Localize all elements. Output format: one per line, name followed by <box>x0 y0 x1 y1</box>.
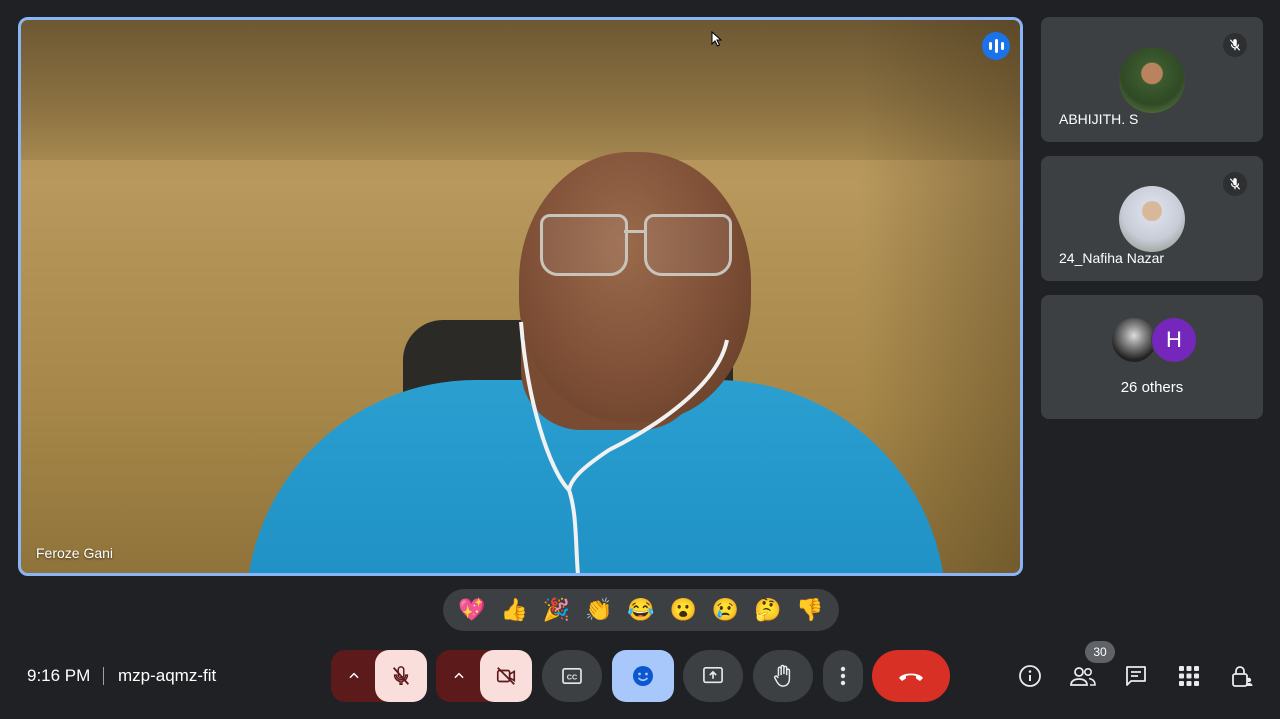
reaction-thinking[interactable]: 🤔 <box>750 589 786 631</box>
people-icon <box>1070 667 1096 686</box>
muted-mic-icon <box>1223 172 1247 196</box>
closed-captions-icon: CC <box>562 667 582 685</box>
lock-person-icon <box>1232 666 1253 687</box>
microphone-toggle-button[interactable] <box>375 650 427 702</box>
muted-mic-icon <box>1223 33 1247 57</box>
participant-tile[interactable]: 24_Nafiha Nazar <box>1041 156 1263 281</box>
mic-off-icon <box>392 666 410 685</box>
info-icon <box>1019 665 1041 687</box>
chat-button[interactable] <box>1120 660 1152 692</box>
speaking-indicator-icon <box>982 32 1010 60</box>
meeting-code: mzp-aqmz-fit <box>118 666 217 685</box>
chat-icon <box>1126 666 1146 686</box>
present-screen-icon <box>703 667 723 684</box>
present-screen-button[interactable] <box>683 650 743 702</box>
participant-tile[interactable]: ABHIJITH. S <box>1041 17 1263 142</box>
more-vert-icon <box>840 666 846 686</box>
people-button[interactable] <box>1067 660 1099 692</box>
svg-text:CC: CC <box>567 673 577 682</box>
meeting-details-button[interactable] <box>1014 660 1046 692</box>
others-avatar-initial: H <box>1151 317 1197 363</box>
smiley-icon <box>633 666 653 686</box>
main-speaker-tile[interactable]: Feroze Gani <box>18 17 1023 576</box>
host-controls-button[interactable] <box>1226 660 1258 692</box>
hand-icon <box>774 664 791 687</box>
reactions-bar: 💖 👍 🎉 👏 😂 😮 😢 🤔 👎 <box>443 589 839 631</box>
hang-up-icon <box>899 673 923 681</box>
participant-avatar <box>1119 47 1185 113</box>
reaction-surprised[interactable]: 😮 <box>665 589 701 631</box>
reaction-crying[interactable]: 😢 <box>707 589 743 631</box>
mouse-cursor-icon <box>711 31 723 47</box>
camera-off-icon <box>496 667 516 685</box>
reaction-tears-of-joy[interactable]: 😂 <box>623 589 659 631</box>
reaction-clapping-hands[interactable]: 👏 <box>581 589 617 631</box>
people-count-badge: 30 <box>1085 641 1115 663</box>
meeting-time: 9:16 PM <box>27 666 91 685</box>
reaction-thumbs-down[interactable]: 👎 <box>792 589 828 631</box>
reaction-sparkling-heart[interactable]: 💖 <box>454 589 490 631</box>
activities-button[interactable] <box>1173 660 1205 692</box>
leave-call-button[interactable] <box>872 650 950 702</box>
camera-toggle-button[interactable] <box>480 650 532 702</box>
chevron-up-icon <box>349 672 359 679</box>
speaker-name-label: Feroze Gani <box>36 545 114 561</box>
speaker-glasses <box>536 208 736 288</box>
others-avatar-group: H <box>1111 317 1211 363</box>
participant-name: ABHIJITH. S <box>1059 111 1139 127</box>
reactions-button[interactable] <box>612 650 674 702</box>
divider <box>103 667 104 685</box>
others-count-label: 26 others <box>1120 379 1184 396</box>
reaction-thumbs-up[interactable]: 👍 <box>496 589 532 631</box>
earbud-wire <box>519 321 729 573</box>
participant-name: 24_Nafiha Nazar <box>1059 250 1165 266</box>
apps-grid-icon <box>1179 666 1199 686</box>
participant-avatar <box>1119 186 1185 252</box>
more-options-button[interactable] <box>823 650 863 702</box>
raise-hand-button[interactable] <box>753 650 813 702</box>
others-tile[interactable]: H 26 others <box>1041 295 1263 419</box>
chevron-up-icon <box>454 672 464 679</box>
captions-button[interactable]: CC <box>542 650 602 702</box>
reaction-party-popper[interactable]: 🎉 <box>539 589 575 631</box>
